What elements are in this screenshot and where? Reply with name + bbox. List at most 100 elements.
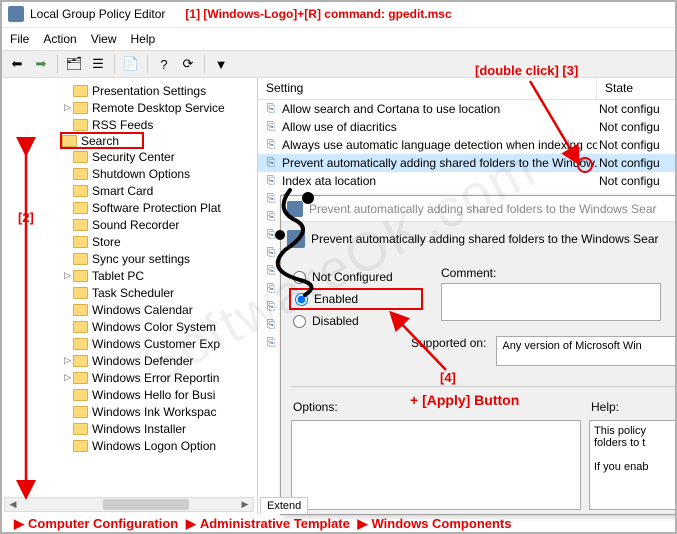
- options-box[interactable]: [291, 420, 581, 510]
- comment-label: Comment:: [441, 266, 661, 280]
- tree-item[interactable]: Windows Hello for Busi: [6, 386, 257, 403]
- folder-icon: [73, 119, 88, 131]
- tree-item[interactable]: Search: [60, 132, 144, 149]
- folder-icon: [73, 321, 88, 333]
- list-row[interactable]: ⎘Always use automatic language detection…: [258, 136, 677, 154]
- scroll-right[interactable]: ▶: [237, 498, 253, 511]
- radio-not-configured[interactable]: Not Configured: [293, 266, 423, 288]
- scroll-left[interactable]: ◀: [5, 498, 21, 511]
- tree-item[interactable]: Windows Color System: [6, 318, 257, 335]
- tree[interactable]: Presentation Settings▷Remote Desktop Ser…: [0, 78, 257, 458]
- refresh-button[interactable]: ⟳: [177, 53, 199, 75]
- tree-item[interactable]: Sync your settings: [6, 250, 257, 267]
- tree-item[interactable]: Smart Card: [6, 182, 257, 199]
- list-row[interactable]: ⎘Prevent automatically adding shared fol…: [258, 154, 677, 172]
- menu-action[interactable]: Action: [43, 32, 76, 46]
- expand-icon[interactable]: ▷: [62, 355, 73, 366]
- expand-icon[interactable]: ▷: [62, 270, 73, 281]
- tree-item[interactable]: Windows Ink Workspac: [6, 403, 257, 420]
- setting-state: Not configu: [597, 156, 677, 170]
- menu-help[interactable]: Help: [131, 32, 156, 46]
- tree-scrollbar[interactable]: ◀ ▶: [4, 497, 254, 512]
- divider: [291, 386, 677, 387]
- setting-label: Allow search and Cortana to use location: [282, 102, 500, 116]
- help-box: This policy folders to t If you enab: [589, 420, 677, 510]
- tree-panel: Presentation Settings▷Remote Desktop Ser…: [0, 78, 258, 514]
- radio-enabled-input[interactable]: [295, 293, 308, 306]
- list-row[interactable]: ⎘Index ata locationNot configu: [258, 172, 677, 190]
- policy-icon: ⎘: [264, 156, 278, 170]
- filter-button[interactable]: ▼: [210, 53, 232, 75]
- folder-icon: [73, 236, 88, 248]
- dialog-titlebar[interactable]: Prevent automatically adding shared fold…: [281, 196, 677, 222]
- tree-item[interactable]: ▷ Windows Defender: [6, 352, 257, 369]
- radio-group: Not Configured Enabled Disabled: [293, 266, 423, 332]
- col-setting[interactable]: Setting: [258, 78, 597, 99]
- tree-item-label: Security Center: [92, 150, 175, 164]
- list-button[interactable]: ☰: [87, 53, 109, 75]
- dialog-body: Not Configured Enabled Disabled Comment:…: [281, 256, 677, 342]
- options-label: Options:: [293, 400, 338, 414]
- tree-item[interactable]: RSS Feeds: [6, 116, 257, 133]
- radio-disabled-input[interactable]: [293, 315, 306, 328]
- tree-item[interactable]: Sound Recorder: [6, 216, 257, 233]
- tree-item[interactable]: Security Center: [6, 148, 257, 165]
- policy-small-icon: [287, 230, 305, 248]
- folder-icon: [73, 372, 88, 384]
- radio-not-configured-input[interactable]: [293, 271, 306, 284]
- policy-icon: ⎘: [264, 246, 278, 260]
- tree-item[interactable]: Windows Installer: [6, 420, 257, 437]
- setting-label: Index ata location: [282, 174, 376, 188]
- setting-state: Not configu: [597, 102, 677, 116]
- tree-item[interactable]: Shutdown Options: [6, 165, 257, 182]
- tree-item[interactable]: Windows Logon Option: [6, 437, 257, 454]
- back-button[interactable]: ⬅: [6, 53, 28, 75]
- setting-state: Not configu: [597, 138, 677, 152]
- tree-item[interactable]: Store: [6, 233, 257, 250]
- tab-extended[interactable]: Extend: [260, 497, 308, 514]
- col-state[interactable]: State: [597, 78, 677, 99]
- radio-disabled[interactable]: Disabled: [293, 310, 423, 332]
- policy-icon: ⎘: [264, 264, 278, 278]
- dialog-title-text: Prevent automatically adding shared fold…: [309, 202, 657, 216]
- tree-item-label: Windows Hello for Busi: [92, 388, 215, 402]
- radio-not-configured-label: Not Configured: [312, 270, 393, 284]
- radio-enabled[interactable]: Enabled: [289, 288, 423, 310]
- tree-item-label: Tablet PC: [92, 269, 144, 283]
- tree-item[interactable]: ▷Windows Error Reportin: [6, 369, 257, 386]
- tree-item[interactable]: ▷ Tablet PC: [6, 267, 257, 284]
- menu-view[interactable]: View: [91, 32, 117, 46]
- setting-label: Allow use of diacritics: [282, 120, 397, 134]
- tree-item[interactable]: Task Scheduler: [6, 284, 257, 301]
- tree-item[interactable]: ▷Remote Desktop Service: [6, 99, 257, 116]
- folder-icon: [73, 253, 88, 265]
- tree-item-label: Presentation Settings: [92, 84, 206, 98]
- radio-enabled-label: Enabled: [314, 292, 358, 306]
- expand-icon[interactable]: ▷: [62, 372, 73, 383]
- policy-icon: ⎘: [264, 174, 278, 188]
- tree-item[interactable]: Presentation Settings: [6, 82, 257, 99]
- folder-icon: [73, 287, 88, 299]
- comment-textbox[interactable]: [441, 283, 661, 321]
- list-header: Setting State: [258, 78, 677, 100]
- tree-item-label: Windows Defender: [92, 354, 193, 368]
- tree-item[interactable]: Windows Calendar: [6, 301, 257, 318]
- list-row[interactable]: ⎘Allow use of diacriticsNot configu: [258, 118, 677, 136]
- menu-file[interactable]: File: [10, 32, 29, 46]
- policy-icon: ⎘: [264, 300, 278, 314]
- policy-icon: ⎘: [264, 138, 278, 152]
- help-button[interactable]: ?: [153, 53, 175, 75]
- comment-area: Comment:: [441, 266, 661, 321]
- annotation-1: [1] [Windows-Logo]+[R] command: gpedit.m…: [185, 7, 451, 21]
- breadcrumb-2: Administrative Template: [200, 516, 350, 531]
- list-row[interactable]: ⎘Allow search and Cortana to use locatio…: [258, 100, 677, 118]
- expand-icon[interactable]: ▷: [62, 102, 73, 113]
- folder-icon: [73, 423, 88, 435]
- tree-item[interactable]: Software Protection Plat: [6, 199, 257, 216]
- export-button[interactable]: 📄: [120, 53, 142, 75]
- forward-button[interactable]: ➡: [30, 53, 52, 75]
- folder-button[interactable]: 🗂: [63, 53, 85, 75]
- tree-item-label: Windows Calendar: [92, 303, 193, 317]
- tree-item[interactable]: Windows Customer Exp: [6, 335, 257, 352]
- setting-state: Not configu: [597, 120, 677, 134]
